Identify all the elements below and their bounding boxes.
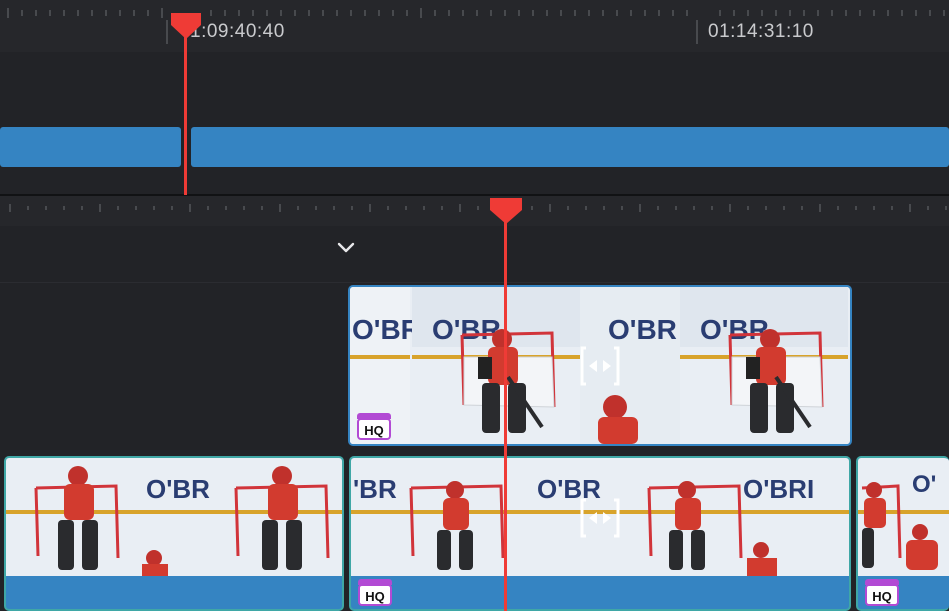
hq-badge: HQ (865, 579, 899, 606)
hq-badge: HQ (358, 579, 392, 606)
upper-playhead-handle[interactable] (169, 11, 203, 41)
svg-text:O'BR: O'BR (608, 314, 677, 345)
upper-playhead-line[interactable] (184, 20, 187, 195)
video-clip[interactable]: O'BR (4, 456, 344, 611)
lower-playhead-line[interactable] (504, 212, 507, 611)
upper-track-clip[interactable] (0, 127, 181, 167)
timecode-right-label: 01:14:31:10 (708, 21, 814, 42)
lower-ruler-ticks (9, 204, 947, 212)
lower-playhead-handle[interactable] (488, 196, 524, 226)
upper-track-clip[interactable] (191, 127, 949, 167)
timecode-left-label: 1:09:40:40 (190, 21, 285, 42)
hq-badge: HQ (357, 413, 391, 440)
svg-text:O'BR: O'BR (146, 474, 210, 504)
svg-text:'BR: 'BR (353, 474, 397, 504)
upper-track-area (0, 52, 949, 194)
svg-text:O'BRI: O'BRI (743, 474, 814, 504)
svg-text:O': O' (912, 471, 936, 498)
clip-thumbnails: O' (858, 458, 949, 576)
track-lane-separator (0, 282, 949, 283)
clip-thumbnails: O'BR (6, 458, 342, 576)
svg-text:O'BR: O'BR (352, 314, 421, 345)
trim-handle-icon[interactable] (576, 342, 624, 390)
trim-handle-icon[interactable] (576, 494, 624, 542)
chevron-down-icon[interactable] (337, 241, 355, 255)
